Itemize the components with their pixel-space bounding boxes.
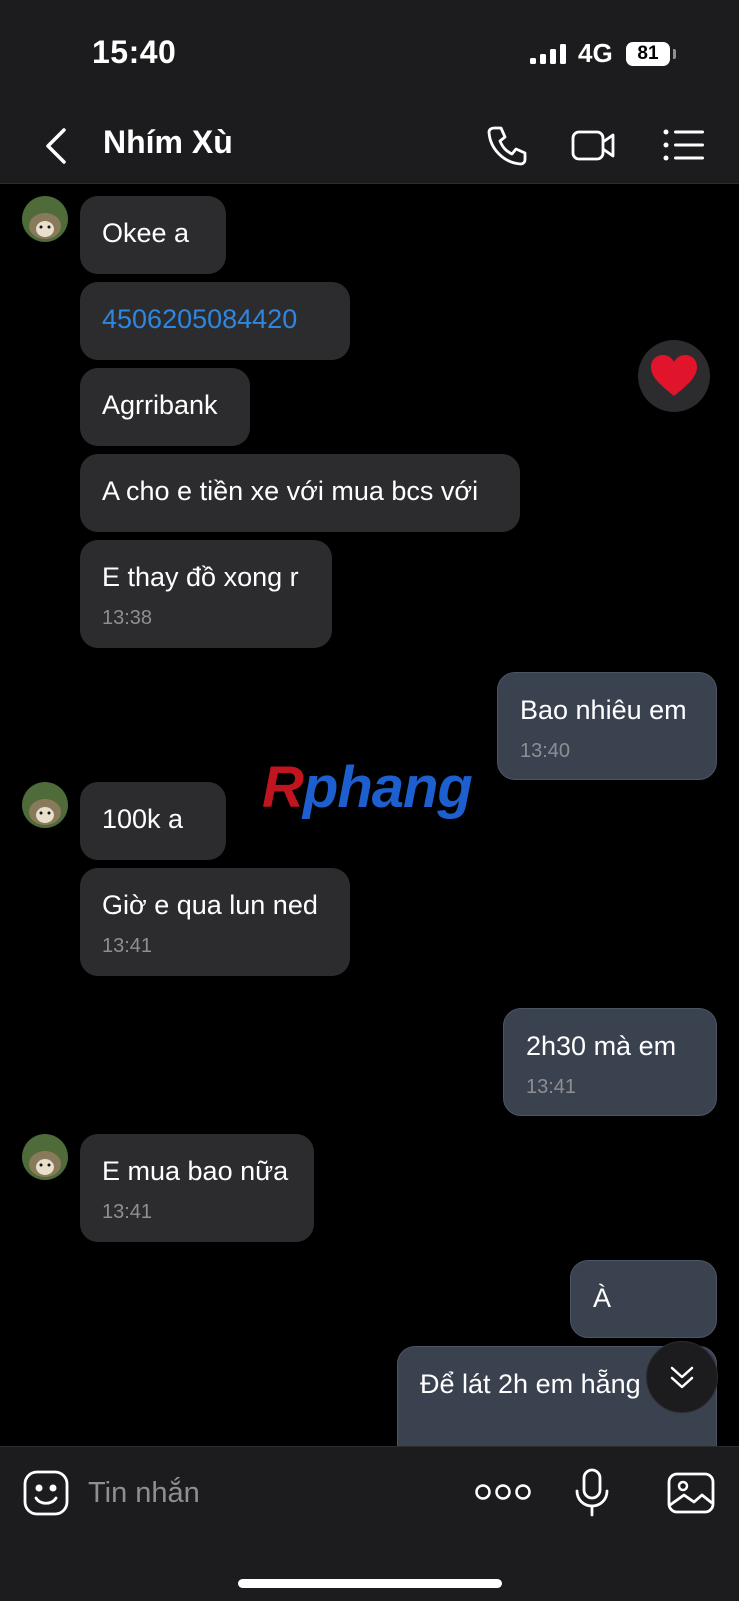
- contact-name[interactable]: Nhím Xù: [103, 124, 233, 161]
- signal-strength-icon: [530, 44, 566, 64]
- phone-icon[interactable]: [484, 122, 530, 168]
- message-bubble-outgoing[interactable]: Bao nhiêu em 13:40: [497, 672, 717, 780]
- network-type: 4G: [578, 38, 613, 68]
- contact-avatar[interactable]: [22, 782, 68, 828]
- menu-list-icon[interactable]: [660, 122, 706, 168]
- video-call-icon[interactable]: [570, 122, 616, 168]
- message-bubble-incoming[interactable]: Giờ e qua lun ned 13:41: [80, 868, 350, 976]
- message-text: À: [593, 1283, 612, 1313]
- image-gallery-icon[interactable]: [666, 1471, 716, 1515]
- message-text: A cho e tiền xe với mua bcs với: [102, 476, 479, 506]
- contact-avatar[interactable]: [22, 196, 68, 242]
- heart-reaction[interactable]: [638, 340, 710, 412]
- message-text: E mua bao nữa: [102, 1156, 289, 1186]
- message-composer: Tin nhắn: [0, 1446, 739, 1601]
- message-time: 13:38: [102, 607, 153, 629]
- message-bubble-incoming[interactable]: 100k a: [80, 782, 226, 860]
- message-text: 2h30 mà em: [526, 1031, 677, 1061]
- chat-header: Nhím Xù: [0, 110, 739, 184]
- watermark-logo: Rphang: [262, 754, 473, 821]
- chat-message-list[interactable]: Okee a 4506205084420 Agrribank A cho e t…: [0, 184, 739, 1446]
- message-bubble-incoming[interactable]: E thay đồ xong r 13:38: [80, 540, 332, 648]
- battery-level: 81: [626, 42, 670, 66]
- message-bubble-incoming[interactable]: Okee a: [80, 196, 226, 274]
- heart-icon: [651, 355, 697, 396]
- status-time: 15:40: [92, 34, 177, 70]
- message-time: 13:40: [520, 740, 571, 762]
- message-text: Bao nhiêu em: [520, 695, 687, 725]
- scroll-to-bottom-button[interactable]: [646, 1341, 718, 1413]
- emoji-sticker-icon[interactable]: [22, 1469, 70, 1517]
- message-text: Agrribank: [102, 390, 218, 420]
- contact-avatar[interactable]: [22, 1134, 68, 1180]
- home-indicator: [238, 1579, 502, 1588]
- status-bar: 15:40 4G 81: [0, 0, 739, 110]
- watermark-rest: phang: [302, 755, 473, 820]
- message-text: 100k a: [102, 804, 184, 834]
- watermark-first-letter: R: [262, 755, 304, 820]
- message-bubble-incoming[interactable]: 4506205084420: [80, 282, 350, 360]
- message-time: 13:41: [102, 935, 153, 957]
- message-time: 13:41: [526, 1076, 577, 1098]
- message-input[interactable]: Tin nhắn: [88, 1473, 448, 1513]
- microphone-icon[interactable]: [572, 1467, 612, 1519]
- message-link-text[interactable]: 4506205084420: [102, 304, 297, 335]
- message-text: E thay đồ xong r: [102, 562, 299, 592]
- message-bubble-incoming[interactable]: E mua bao nữa 13:41: [80, 1134, 314, 1242]
- message-bubble-outgoing[interactable]: À: [570, 1260, 717, 1338]
- message-text: Để lát 2h em hẵng: [420, 1369, 641, 1399]
- message-bubble-outgoing[interactable]: 2h30 mà em 13:41: [503, 1008, 717, 1116]
- message-text: Okee a: [102, 218, 190, 248]
- double-chevron-down-icon: [670, 1366, 694, 1389]
- message-bubble-incoming[interactable]: A cho e tiền xe với mua bcs với: [80, 454, 520, 532]
- more-options-icon[interactable]: [474, 1477, 532, 1507]
- message-text: Giờ e qua lun ned: [102, 890, 318, 920]
- message-bubble-incoming[interactable]: Agrribank: [80, 368, 250, 446]
- battery-tip: [673, 49, 676, 59]
- back-icon[interactable]: [38, 126, 78, 166]
- message-time: 13:41: [102, 1201, 153, 1223]
